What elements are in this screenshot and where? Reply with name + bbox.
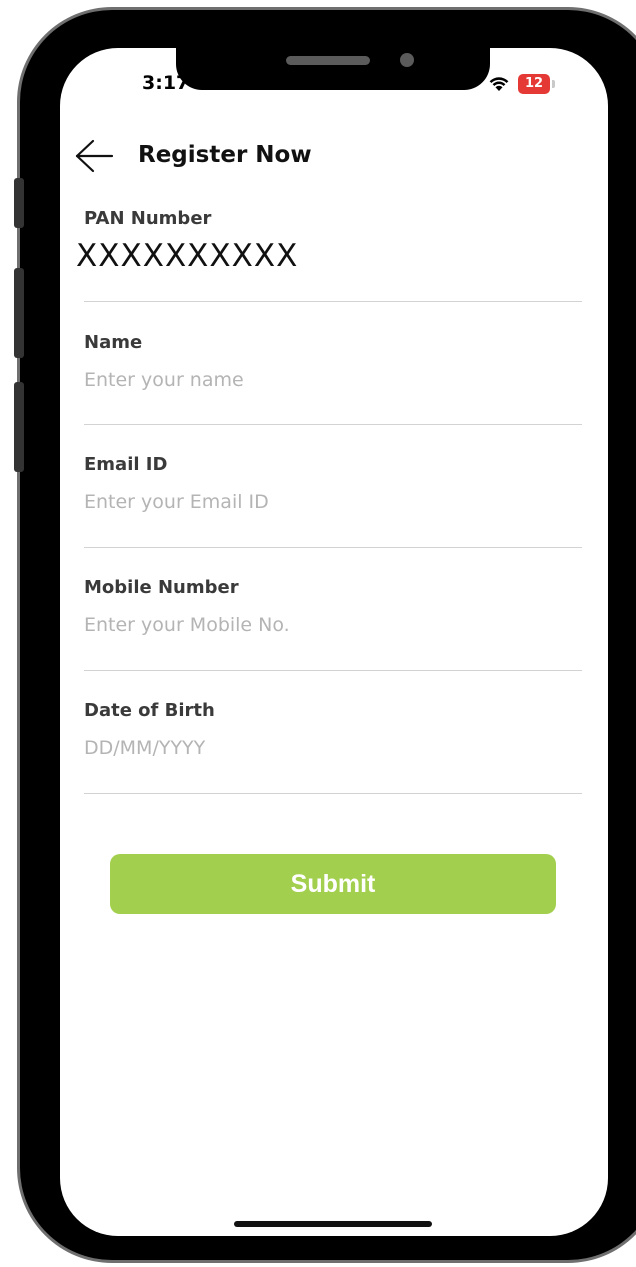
battery-icon (552, 80, 555, 88)
mobile-number-input[interactable] (84, 611, 582, 639)
pan-number-field: PAN Number XXXXXXXXXX (76, 208, 582, 302)
mobile-number-field: Mobile Number (84, 577, 582, 671)
page-title: Register Now (138, 142, 312, 168)
pan-number-value: XXXXXXXXXX (76, 238, 299, 274)
mobile-number-divider (84, 670, 582, 671)
pan-number-divider (84, 301, 582, 302)
wifi-icon (488, 74, 510, 97)
pan-number-label: PAN Number (84, 208, 212, 229)
app-screen: 3:17 12 Register Now PAN Number XXXXXXXX… (60, 48, 608, 1236)
email-divider (84, 547, 582, 548)
mobile-number-label: Mobile Number (84, 577, 239, 598)
phone-side-button (14, 178, 24, 228)
date-of-birth-field: Date of Birth (84, 700, 582, 794)
name-divider (84, 424, 582, 425)
email-field: Email ID (84, 454, 582, 548)
date-of-birth-label: Date of Birth (84, 700, 215, 721)
camera-notch (176, 48, 490, 90)
arrow-left-icon[interactable] (74, 138, 114, 174)
front-camera (400, 53, 414, 67)
battery-level: 12 (518, 74, 550, 94)
name-input[interactable] (84, 366, 582, 394)
home-indicator[interactable] (234, 1221, 432, 1227)
phone-side-button (14, 382, 24, 472)
date-of-birth-divider (84, 793, 582, 794)
phone-side-button (14, 268, 24, 358)
status-time: 3:17 (142, 72, 190, 94)
date-of-birth-input[interactable] (84, 734, 582, 762)
email-input[interactable] (84, 488, 582, 516)
speaker-grille (286, 56, 370, 65)
app-header: Register Now (74, 136, 594, 176)
name-label: Name (84, 332, 143, 353)
name-field: Name (84, 332, 582, 425)
email-label: Email ID (84, 454, 168, 475)
submit-button[interactable]: Submit (110, 854, 556, 914)
